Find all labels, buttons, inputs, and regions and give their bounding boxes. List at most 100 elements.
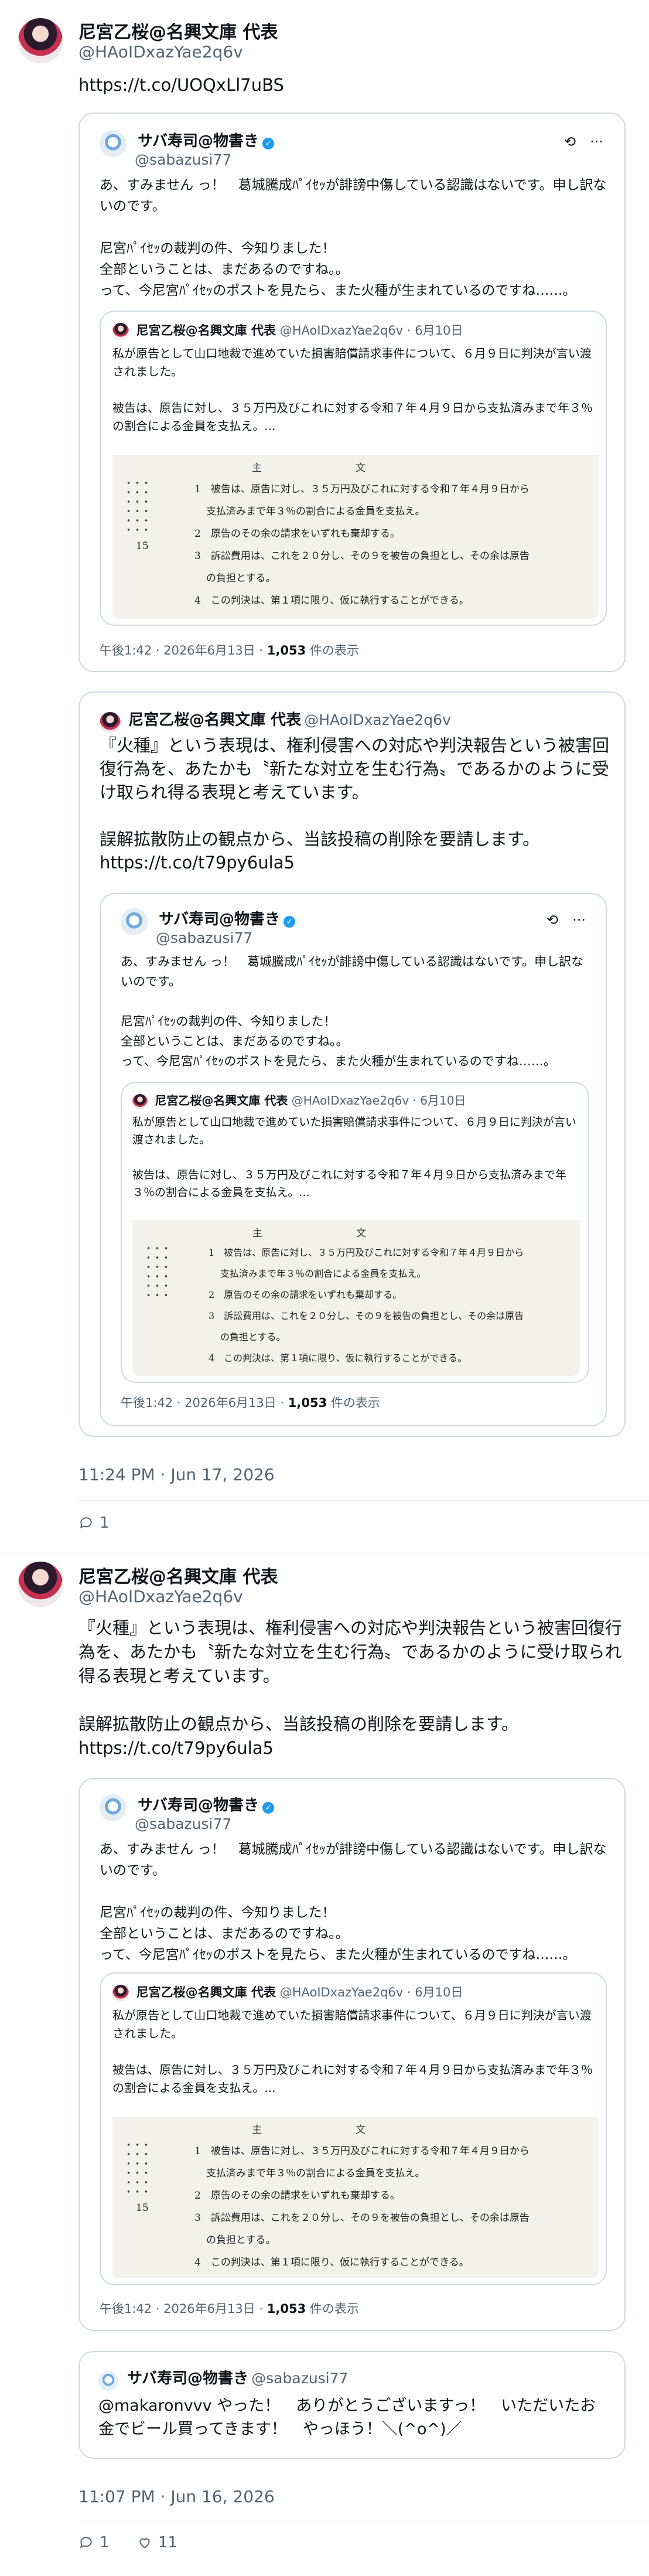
quote-meta: 午後1:42 · 2026年6月13日 · 1,053 件の表示 bbox=[121, 1393, 380, 1411]
quote-author-handle: @sabazusi77 bbox=[135, 151, 232, 168]
quote-views-suffix: 件の表示 bbox=[327, 1396, 380, 1410]
doc-line: の負担とする。 bbox=[206, 2234, 276, 2246]
doc-line: 1 被告は、原告に対し、３５万円及びこれに対する令和７年４月９日から bbox=[209, 1247, 524, 1258]
tweet-timestamp[interactable]: 11:07 PM · Jun 16, 2026 bbox=[78, 2487, 275, 2506]
avatar bbox=[112, 323, 129, 339]
doc-line: 3 訴訟費用は、これを２０分し、その９を被告の負担とし、その余は原告 bbox=[194, 2212, 530, 2224]
reply-context-card[interactable]: サバ寿司@物書き @sabazusi77 @makaronvvv やった！ あり… bbox=[78, 2351, 626, 2459]
nested-author-handle: @HAoIDxazYae2q6v bbox=[279, 1985, 404, 1999]
nested-text: 私が原告として山口地裁で進めていた損害賠償請求事件について、６月９日に判決が言い… bbox=[132, 1116, 576, 1199]
doc-line: 4 この判決は、第１項に限り、仮に執行することができる。 bbox=[209, 1352, 467, 1364]
quote-text: あ、すみません っ！ 葛城騰成ﾊﾟｲｾｯが誹謗中傷している認識はないです。申し訳… bbox=[100, 1842, 607, 1962]
doc-line: 4 この判決は、第１項に限り、仮に執行することができる。 bbox=[194, 595, 469, 606]
quote-card[interactable]: サバ寿司@物書き ✓ @sabazusi77 あ、すみません っ！ 葛城騰成ﾊﾟｲ… bbox=[78, 1778, 626, 2331]
nested-quote-card[interactable]: 尼宮乙桜@名興文庫 代表 @HAoIDxazYae2q6v · 6月10日 私が… bbox=[121, 1082, 589, 1383]
doc-line: 1 被告は、原告に対し、３５万円及びこれに対する令和７年４月９日から bbox=[194, 483, 530, 495]
quote-views: 1,053 bbox=[267, 2302, 306, 2316]
reply-count: 1 bbox=[100, 2534, 110, 2551]
quote-views-suffix: 件の表示 bbox=[306, 2302, 359, 2316]
tweet-2[interactable]: 尼宮乙桜@名興文庫 代表 @HAoIDxazYae2q6v 『火種』という表現は… bbox=[0, 1553, 649, 2576]
reply-author-handle: @sabazusi77 bbox=[251, 2370, 349, 2387]
verified-badge-icon: ✓ bbox=[262, 1801, 275, 1814]
doc-line: 支払済みまで年３％の割合による金員を支払え。 bbox=[206, 2168, 425, 2179]
grok-icon[interactable]: ⟲ bbox=[564, 134, 576, 150]
nested-quote-card[interactable]: 尼宮乙桜@名興文庫 代表 @HAoIDxazYae2q6v · 6月10日 私が… bbox=[100, 1972, 607, 2285]
like-button[interactable]: 11 bbox=[137, 2534, 177, 2551]
quote-views: 1,053 bbox=[267, 643, 306, 657]
quote-meta: 午後1:42 · 2026年6月13日 · 1,053 件の表示 bbox=[100, 641, 359, 659]
quote-text: あ、すみません っ！ 葛城騰成ﾊﾟｲｾｯが誹謗中傷している認識はないです。申し訳… bbox=[100, 178, 607, 298]
judgment-image[interactable]: 主文 15 1 被告は、原告に対し、３５万円及びこれに対する令和７年４月９日から… bbox=[112, 2117, 599, 2278]
quote-card[interactable]: サバ寿司@物書き ✓ @sabazusi77 ⟲ ··· あ、すみません っ！ 葛… bbox=[78, 113, 626, 672]
judgment-image[interactable]: 主文 1 被告は、原告に対し、３５万円及びこれに対する令和７年４月９日から 支払… bbox=[132, 1220, 580, 1376]
avatar[interactable] bbox=[18, 18, 63, 63]
quote-author-name: 尼宮乙桜@名興文庫 代表 bbox=[128, 711, 302, 729]
author-name[interactable]: 尼宮乙桜@名興文庫 代表 bbox=[78, 18, 278, 43]
nested-quote-card[interactable]: サバ寿司@物書き ✓ @sabazusi77 ⟲ ··· あ、すみません っ！ 葛… bbox=[100, 893, 607, 1426]
avatar bbox=[98, 2370, 118, 2391]
nested-quote-card[interactable]: 尼宮乙桜@名興文庫 代表 @HAoIDxazYae2q6v · 6月10日 私が… bbox=[100, 311, 607, 626]
grok-icon[interactable]: ⟲ bbox=[546, 912, 558, 928]
avatar bbox=[132, 1093, 148, 1109]
nested-date: · 6月10日 bbox=[412, 1093, 466, 1108]
nested-author-handle: @HAoIDxazYae2q6v bbox=[279, 323, 404, 338]
avatar bbox=[100, 130, 127, 157]
divider bbox=[78, 2521, 649, 2522]
nested-text: 私が原告として山口地裁で進めていた損害賠償請求事件について、６月９日に判決が言い… bbox=[112, 346, 593, 433]
reply-icon bbox=[80, 2537, 92, 2548]
avatar bbox=[112, 1985, 129, 2001]
doc-line: 4 この判決は、第１項に限り、仮に執行することができる。 bbox=[194, 2257, 469, 2268]
nested-date: · 6月10日 bbox=[407, 323, 463, 338]
doc-margin-num: 15 bbox=[136, 540, 149, 552]
doc-line: の負担とする。 bbox=[206, 573, 276, 584]
nested-author-name: 尼宮乙桜@名興文庫 代表 bbox=[136, 323, 276, 338]
dot-marks bbox=[124, 478, 151, 531]
like-count: 11 bbox=[158, 2534, 178, 2551]
nested-date: · 6月10日 bbox=[407, 1985, 463, 1999]
tweet-1[interactable]: 尼宮乙桜@名興文庫 代表 @HAoIDxazYae2q6v https://t.… bbox=[0, 0, 649, 1553]
doc-line: 2 原告のその余の請求をいずれも棄却する。 bbox=[209, 1289, 402, 1300]
quote-views-suffix: 件の表示 bbox=[306, 643, 359, 657]
quote-views: 1,053 bbox=[288, 1396, 327, 1410]
verified-badge-icon: ✓ bbox=[262, 137, 275, 149]
doc-line: 支払済みまで年３％の割合による金員を支払え。 bbox=[220, 1268, 426, 1279]
author-handle[interactable]: @HAoIDxazYae2q6v bbox=[78, 42, 243, 62]
verified-badge-icon: ✓ bbox=[283, 915, 296, 928]
quote-author-handle: @HAoIDxazYae2q6v bbox=[304, 711, 451, 728]
quote-author-handle: @sabazusi77 bbox=[135, 1815, 232, 1832]
nested-author-handle: @sabazusi77 bbox=[156, 929, 253, 946]
doc-header: 主文 bbox=[252, 462, 459, 474]
doc-margin-num: 15 bbox=[136, 2202, 149, 2214]
dot-marks bbox=[124, 2140, 151, 2193]
more-icon[interactable]: ··· bbox=[572, 912, 586, 928]
quote-author-name: サバ寿司@物書き bbox=[138, 1797, 259, 1814]
doc-header: 主文 bbox=[252, 1228, 460, 1239]
reply-button[interactable]: 1 bbox=[78, 1514, 110, 1532]
tweet-timestamp[interactable]: 11:24 PM · Jun 17, 2026 bbox=[78, 1465, 275, 1484]
quote-meta: 午後1:42 · 2026年6月13日 · 1,053 件の表示 bbox=[100, 2299, 359, 2317]
avatar[interactable] bbox=[18, 1561, 63, 1607]
reply-text: @makaronvvv やった！ ありがとうございますっ！ いただいたお金でビー… bbox=[98, 2397, 596, 2438]
tweet-text[interactable]: 『火種』という表現は、権利侵害への対応や判決報告という被害回復行為を、あたかも〝… bbox=[78, 1616, 629, 1760]
quote-time: 午後1:42 · 2026年6月13日 · bbox=[121, 1396, 288, 1410]
quote-time: 午後1:42 · 2026年6月13日 · bbox=[100, 643, 267, 657]
doc-line: 支払済みまで年３％の割合による金員を支払え。 bbox=[206, 506, 425, 517]
reply-icon bbox=[80, 1517, 92, 1529]
quote-time: 午後1:42 · 2026年6月13日 · bbox=[100, 2302, 267, 2316]
doc-line: 1 被告は、原告に対し、３５万円及びこれに対する令和７年４月９日から bbox=[194, 2145, 530, 2157]
author-handle[interactable]: @HAoIDxazYae2q6v bbox=[78, 1587, 243, 1606]
quote-text: 『火種』という表現は、権利侵害への対応や判決報告という被害回復行為を、あたかも〝… bbox=[100, 735, 610, 873]
judgment-image[interactable]: 主文 15 1 被告は、原告に対し、３５万円及びこれに対する令和７年４月９日から… bbox=[112, 455, 599, 619]
avatar bbox=[100, 711, 121, 733]
nested-text: あ、すみません っ！ 葛城騰成ﾊﾟｲｾｯが誹謗中傷している認識はないです。申し訳… bbox=[121, 955, 584, 1068]
avatar bbox=[121, 908, 148, 935]
doc-line: 2 原告のその余の請求をいずれも棄却する。 bbox=[194, 528, 400, 540]
nested-author-name: サバ寿司@物書き bbox=[159, 911, 281, 928]
more-icon[interactable]: ··· bbox=[590, 134, 603, 150]
like-icon bbox=[139, 2538, 150, 2548]
quote-card[interactable]: 尼宮乙桜@名興文庫 代表 @HAoIDxazYae2q6v 『火種』という表現は… bbox=[78, 691, 626, 1437]
tweet-text[interactable]: https://t.co/UOQxLl7uBS bbox=[78, 73, 629, 97]
author-name[interactable]: 尼宮乙桜@名興文庫 代表 bbox=[78, 1562, 278, 1588]
doc-line: 3 訴訟費用は、これを２０分し、その９を被告の負担とし、その余は原告 bbox=[209, 1310, 524, 1321]
reply-button[interactable]: 1 bbox=[78, 2534, 110, 2551]
